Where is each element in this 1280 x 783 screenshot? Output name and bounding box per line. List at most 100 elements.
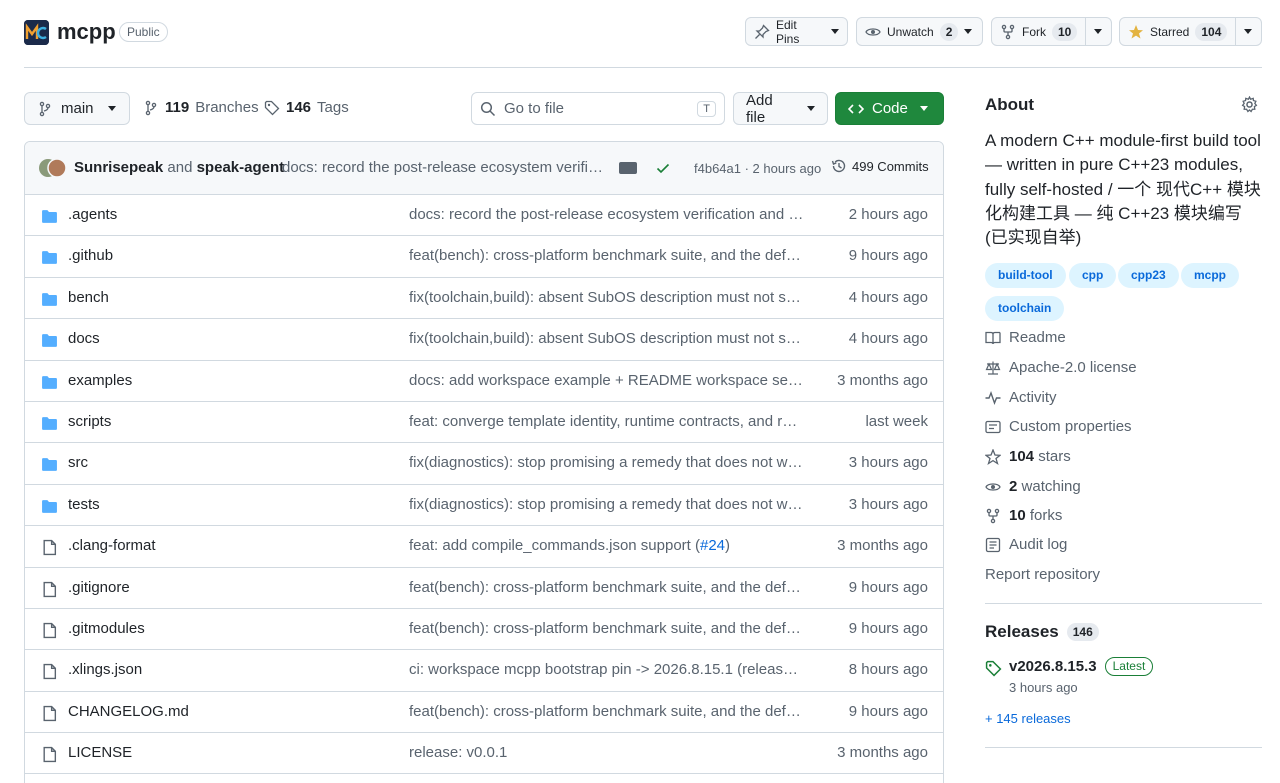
file-name-link[interactable]: LICENSE (68, 744, 132, 761)
add-file-button[interactable]: Add file (733, 92, 828, 126)
stars-link[interactable]: 104 stars (985, 448, 1071, 465)
file-commit-time: 2 hours ago (848, 206, 928, 223)
expand-commit-button[interactable] (619, 162, 637, 174)
file-commit-time: last week (865, 412, 928, 430)
file-name-link[interactable]: .gitignore (68, 579, 130, 596)
file-row[interactable]: scripts feat: converge template identity,… (25, 402, 943, 444)
file-row[interactable]: .gitmodules feat(bench): cross-platform b… (25, 609, 943, 651)
fork-icon (1000, 24, 1016, 40)
file-row[interactable]: .agents docs: record the post-release eco… (25, 195, 943, 237)
latest-release-tag[interactable]: v2026.8.15.3 (1009, 658, 1097, 675)
file-name-link[interactable]: .gitmodules (68, 620, 145, 637)
file-commit-message[interactable]: feat(bench): cross-platform benchmark su… (409, 620, 805, 637)
star-dropdown[interactable] (1235, 18, 1260, 45)
file-commit-time: 9 hours ago (848, 247, 928, 265)
author-avatars[interactable] (38, 158, 68, 178)
branches-label: Branches (195, 99, 259, 116)
file-row[interactable]: .gitignore feat(bench): cross-platform be… (25, 568, 943, 609)
coauthor-link[interactable]: speak-agent (197, 159, 285, 176)
gear-icon[interactable] (1241, 96, 1258, 113)
license-link[interactable]: Apache-2.0 license (985, 359, 1137, 376)
fork-button[interactable]: Fork 10 (992, 18, 1085, 45)
readme-link[interactable]: Readme (985, 329, 1066, 346)
author-link[interactable]: Sunrisepeak (74, 159, 163, 176)
pulse-icon (985, 390, 1001, 406)
file-name-link[interactable]: examples (68, 372, 132, 389)
code-button[interactable]: Code (835, 92, 944, 125)
branch-selector[interactable]: main (24, 92, 130, 125)
file-name-link[interactable]: docs (68, 330, 100, 347)
unwatch-button[interactable]: Unwatch 2 (856, 17, 983, 46)
topic-mcpp[interactable]: mcpp (1181, 263, 1240, 288)
file-commit-message[interactable]: fix(diagnostics): stop promising a remed… (409, 454, 805, 471)
fork-dropdown[interactable] (1085, 18, 1110, 45)
file-row[interactable]: LICENSE release: v0.0.1 3 months ago (25, 733, 943, 775)
file-row[interactable]: CHANGELOG.md feat(bench): cross-platform … (25, 692, 943, 734)
watching-count: 2 (1009, 478, 1018, 495)
topic-build-tool[interactable]: build-tool (985, 263, 1066, 288)
file-icon (41, 663, 58, 680)
file-commit-message[interactable]: fix(toolchain,build): absent SubOS descr… (409, 289, 805, 306)
file-commit-message[interactable]: feat: add compile_commands.json support … (409, 537, 805, 554)
file-name-link[interactable]: src (68, 454, 88, 471)
topic-toolchain[interactable]: toolchain (985, 296, 1065, 321)
topic-cpp[interactable]: cpp (1069, 263, 1117, 288)
commit-hash-time[interactable]: f4b64a1 · 2 hours ago (694, 161, 821, 176)
file-commit-message[interactable]: feat: converge template identity, runtim… (409, 413, 805, 430)
custom-properties-link[interactable]: Custom properties (985, 418, 1132, 435)
latest-commit-message[interactable]: docs: record the post-release ecosystem … (282, 159, 605, 176)
stars-count: 104 (1009, 448, 1035, 465)
file-name-link[interactable]: scripts (68, 413, 111, 430)
file-row[interactable]: .xlings.json ci: workspace mcpp bootstrap… (25, 650, 943, 692)
issue-link[interactable]: #24 (700, 537, 725, 554)
file-row[interactable]: src fix(diagnostics): stop promising a re… (25, 443, 943, 485)
file-name-link[interactable]: .xlings.json (68, 661, 142, 678)
branches-link[interactable]: 119 Branches (143, 99, 259, 116)
file-commit-message[interactable]: feat(bench): cross-platform benchmark su… (409, 703, 805, 720)
star-button-group[interactable]: Starred 104 (1119, 17, 1262, 46)
file-name-link[interactable]: .clang-format (68, 537, 156, 554)
file-name-link[interactable]: .github (68, 247, 113, 264)
file-row[interactable]: bench fix(toolchain,build): absent SubOS … (25, 278, 943, 320)
releases-heading[interactable]: Releases 146 (985, 622, 1099, 642)
forks-link[interactable]: 10 forks (985, 507, 1062, 524)
go-to-file-input[interactable]: Go to file T (471, 92, 725, 125)
latest-release[interactable]: v2026.8.15.3 Latest (1009, 657, 1154, 676)
latest-release-time: 3 hours ago (1009, 680, 1078, 695)
folder-icon (41, 498, 58, 515)
file-name-link[interactable]: bench (68, 289, 109, 306)
repo-name[interactable]: mcpp (57, 18, 116, 46)
file-row[interactable]: docs fix(toolchain,build): absent SubOS d… (25, 319, 943, 361)
file-commit-message[interactable]: feat(bench): cross-platform benchmark su… (409, 247, 805, 264)
file-commit-message[interactable]: feat(bench): cross-platform benchmark su… (409, 579, 805, 596)
file-name-link[interactable]: .agents (68, 206, 117, 223)
starred-button[interactable]: Starred 104 (1120, 18, 1235, 45)
file-commit-message[interactable]: docs: record the post-release ecosystem … (409, 206, 805, 223)
watching-link[interactable]: 2 watching (985, 478, 1081, 495)
file-icon (41, 746, 58, 763)
edit-pins-button[interactable]: Edit Pins (745, 17, 848, 46)
file-commit-message[interactable]: fix(toolchain,build): absent SubOS descr… (409, 330, 805, 347)
fork-button-group[interactable]: Fork 10 (991, 17, 1112, 46)
more-releases-link[interactable]: + 145 releases (985, 711, 1071, 726)
file-row[interactable]: .clang-format feat: add compile_commands.… (25, 526, 943, 568)
file-commit-message[interactable]: ci: workspace mcpp bootstrap pin -> 2026… (409, 661, 805, 678)
file-commit-message[interactable]: docs: add workspace example + README wor… (409, 372, 805, 389)
fork-icon (985, 508, 1001, 524)
file-commit-message[interactable]: release: v0.0.1 (409, 744, 805, 761)
file-name-link[interactable]: CHANGELOG.md (68, 703, 189, 720)
audit-log-link[interactable]: Audit log (985, 536, 1067, 553)
check-icon[interactable] (655, 160, 671, 176)
search-placeholder: Go to file (504, 100, 565, 117)
tags-link[interactable]: 146 Tags (264, 99, 349, 116)
file-row[interactable]: .github feat(bench): cross-platform bench… (25, 236, 943, 278)
file-row[interactable]: tests fix(diagnostics): stop promising a … (25, 485, 943, 527)
file-commit-message[interactable]: fix(diagnostics): stop promising a remed… (409, 496, 805, 513)
file-row[interactable]: examples docs: add workspace example + RE… (25, 361, 943, 402)
tags-count: 146 (286, 99, 312, 116)
file-name-link[interactable]: tests (68, 496, 100, 513)
topic-cpp23[interactable]: cpp23 (1118, 263, 1179, 288)
activity-link[interactable]: Activity (985, 389, 1057, 406)
commits-link[interactable]: 499 Commits (831, 158, 929, 174)
report-repository-link[interactable]: Report repository (985, 566, 1100, 583)
